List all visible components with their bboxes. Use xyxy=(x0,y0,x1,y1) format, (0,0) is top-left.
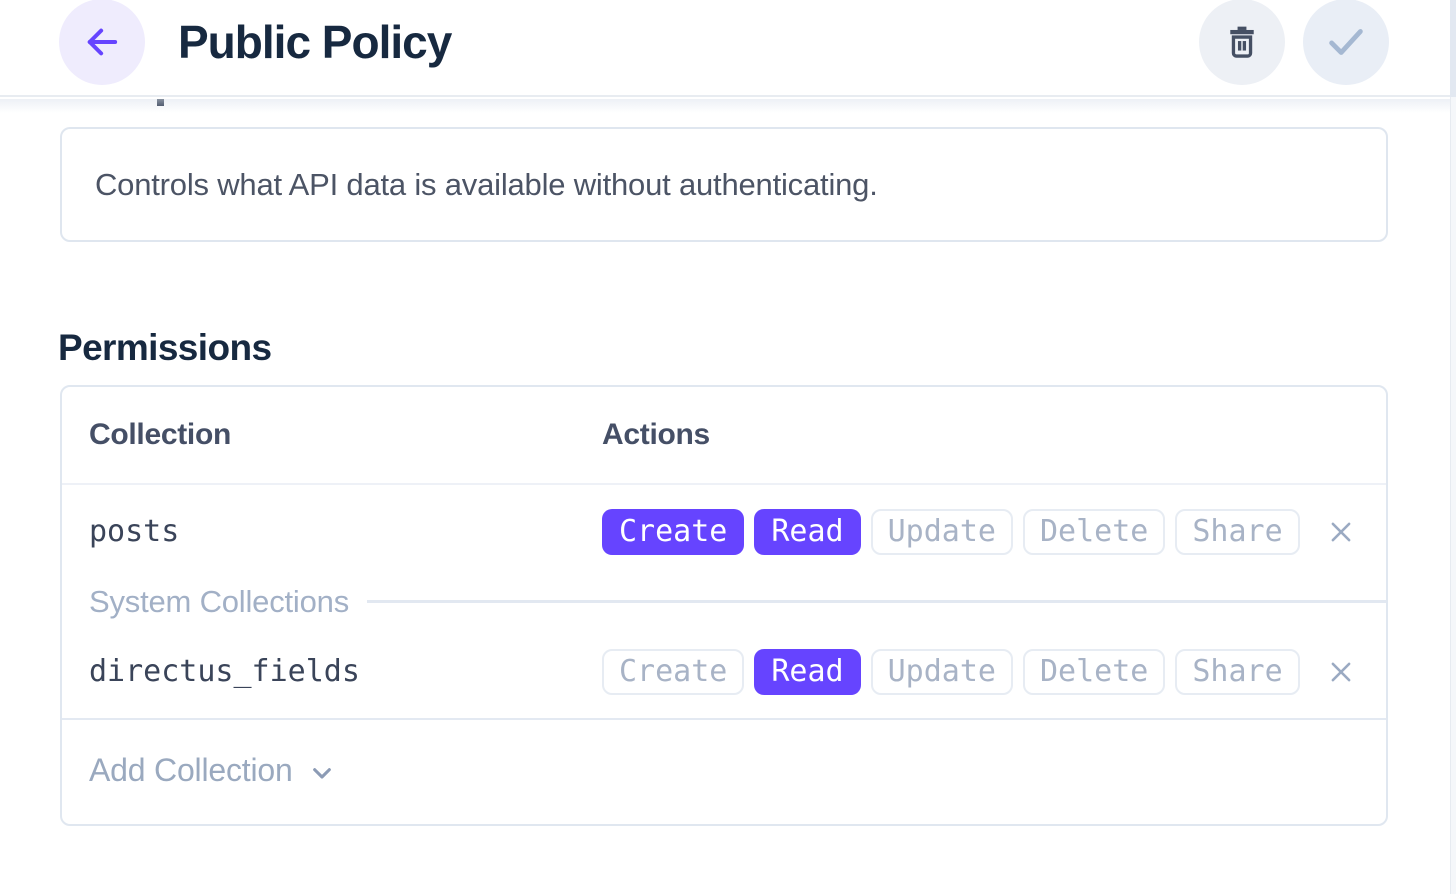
divider-line xyxy=(367,600,1386,603)
description-input[interactable]: Controls what API data is available with… xyxy=(60,127,1388,242)
add-collection-label: Add Collection xyxy=(89,752,293,789)
permissions-table-body: postsCreateReadUpdateDeleteShareSystem C… xyxy=(62,485,1386,720)
permissions-table-header: Collection Actions xyxy=(62,387,1386,485)
page-header: Public Policy xyxy=(0,0,1450,97)
delete-button[interactable] xyxy=(1199,0,1285,85)
action-share-button[interactable]: Share xyxy=(1175,649,1299,695)
close-icon xyxy=(1326,657,1356,687)
action-share-button[interactable]: Share xyxy=(1175,509,1299,555)
action-delete-button[interactable]: Delete xyxy=(1023,509,1165,555)
collection-name: directus_fields xyxy=(89,654,602,689)
clipped-field-label xyxy=(157,99,164,106)
action-create-button[interactable]: Create xyxy=(602,649,744,695)
action-update-button[interactable]: Update xyxy=(871,509,1013,555)
action-read-button[interactable]: Read xyxy=(754,509,860,555)
permissions-heading: Permissions xyxy=(58,327,271,369)
chevron-down-icon xyxy=(293,752,338,789)
scrollbar-thumb[interactable] xyxy=(1450,0,1456,97)
collection-column-header: Collection xyxy=(89,418,602,452)
add-collection-button[interactable]: Add Collection xyxy=(62,720,1386,820)
action-update-button[interactable]: Update xyxy=(871,649,1013,695)
system-collections-label: System Collections xyxy=(89,584,349,620)
action-read-button[interactable]: Read xyxy=(754,649,860,695)
arrow-left-icon xyxy=(81,21,123,63)
table-row: directus_fieldsCreateReadUpdateDeleteSha… xyxy=(62,625,1386,720)
check-icon xyxy=(1323,19,1369,65)
actions-group: CreateReadUpdateDeleteShare xyxy=(602,509,1300,555)
collection-name: posts xyxy=(89,514,602,549)
scrollbar[interactable] xyxy=(1450,0,1456,894)
actions-column-header: Actions xyxy=(602,418,710,452)
actions-group: CreateReadUpdateDeleteShare xyxy=(602,649,1300,695)
system-collections-divider: System Collections xyxy=(62,578,1386,625)
remove-row-button[interactable] xyxy=(1326,517,1356,547)
trash-icon xyxy=(1223,23,1261,61)
page-title: Public Policy xyxy=(178,15,451,69)
action-delete-button[interactable]: Delete xyxy=(1023,649,1165,695)
table-row: postsCreateReadUpdateDeleteShare xyxy=(62,485,1386,578)
save-button[interactable] xyxy=(1303,0,1389,85)
action-create-button[interactable]: Create xyxy=(602,509,744,555)
back-button[interactable] xyxy=(59,0,145,85)
close-icon xyxy=(1326,517,1356,547)
description-value: Controls what API data is available with… xyxy=(95,167,878,203)
remove-row-button[interactable] xyxy=(1326,657,1356,687)
permissions-table: Collection Actions postsCreateReadUpdate… xyxy=(60,385,1388,826)
